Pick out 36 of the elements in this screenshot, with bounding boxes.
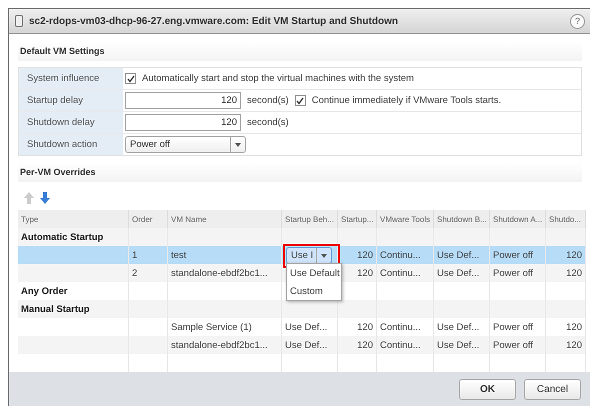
checkbox[interactable] xyxy=(294,95,306,106)
unit-label: second(s) xyxy=(247,95,289,106)
column-header[interactable]: VM Name xyxy=(168,210,282,228)
column-header[interactable]: Type xyxy=(18,210,129,228)
checkbox-label: Continue immediately if VMware Tools starts. xyxy=(312,95,502,106)
caret-icon xyxy=(235,142,241,146)
field-label: Startup delay xyxy=(19,90,123,111)
checkbox-label: Automatically start and stop the virtual machines with the system xyxy=(142,73,414,84)
dropdown-option[interactable]: Use Default xyxy=(287,264,341,282)
behavior-dropdown[interactable]: Use I xyxy=(286,247,332,264)
checkbox[interactable] xyxy=(125,73,136,84)
column-header[interactable]: Shutdown B... xyxy=(434,210,490,228)
column-header[interactable]: Shutdo... xyxy=(546,210,586,228)
column-header[interactable]: VMware Tools xyxy=(377,210,434,228)
column-header[interactable]: Shutdown A... xyxy=(490,210,546,228)
column-header[interactable]: Order xyxy=(129,210,168,228)
field-label: System influence xyxy=(19,68,123,89)
table-row[interactable]: Automatic Startup xyxy=(18,228,586,246)
window-title: sc2-rdops-vm03-dhcp-96-27.eng.vmware.com: Edit VM Startup and Shutdown xyxy=(29,16,399,26)
dropdown-option[interactable]: Custom xyxy=(287,282,341,300)
move-down-icon[interactable] xyxy=(40,192,50,204)
input-field[interactable]: 120 xyxy=(125,92,241,109)
column-header[interactable]: Startup... xyxy=(338,210,377,228)
input-field[interactable]: 120 xyxy=(125,114,241,131)
action-dropdown[interactable]: Power off xyxy=(125,136,246,153)
host-icon xyxy=(15,15,23,27)
field-label: Shutdown action xyxy=(19,134,123,155)
caret-icon xyxy=(321,254,327,258)
field-label: Shutdown delay xyxy=(19,112,123,133)
unit-label: second(s) xyxy=(247,117,289,128)
ok-button[interactable]: OK xyxy=(459,379,516,400)
help-icon[interactable]: ? xyxy=(570,14,585,28)
column-header[interactable]: Startup Beh... xyxy=(282,210,338,228)
table-row[interactable]: Manual Startup xyxy=(18,300,586,318)
table-row[interactable]: standalone-ebdf2bc1... Use Def... 120 Continu... Use Def... Power off 120 xyxy=(18,336,586,354)
cancel-button[interactable]: Cancel xyxy=(524,379,581,400)
